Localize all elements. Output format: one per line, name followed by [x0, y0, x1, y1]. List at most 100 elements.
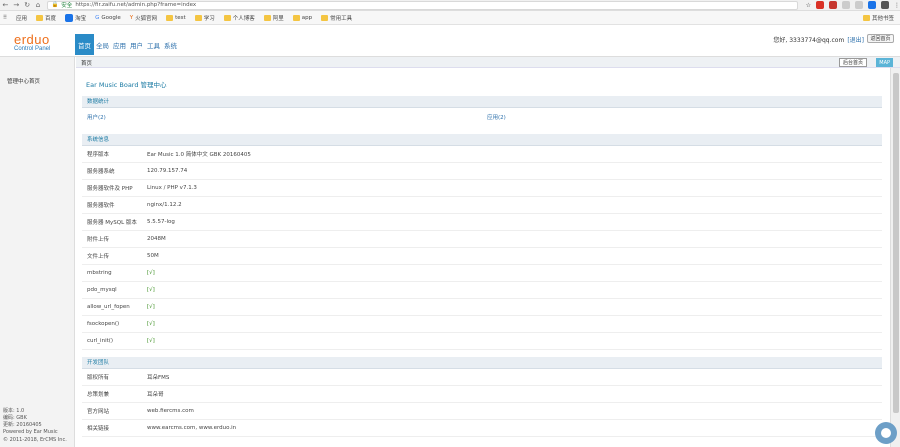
forward-icon[interactable]: →: [11, 0, 22, 11]
row-value: 2048M: [147, 236, 166, 242]
table-row: allow_url_fopen [√]: [82, 299, 882, 316]
row-value: [√]: [147, 304, 155, 310]
top-nav: 首页 全局 应用 用户 工具 系统: [75, 34, 179, 55]
bookmark[interactable]: 阿里: [263, 14, 284, 22]
sidebar: 管理中心首页 版本: 1.0 编码: GBK 更新: 20160405 Powe…: [0, 57, 75, 447]
bookmark[interactable]: test: [166, 14, 186, 21]
row-value: 120.79.157.74: [147, 168, 188, 174]
row-value: 5.5.57-log: [147, 219, 175, 225]
home-return-button[interactable]: 返回首页: [867, 34, 894, 43]
bookmark[interactable]: 百度: [36, 14, 56, 22]
sidebar-item-admin-home[interactable]: 管理中心首页: [7, 77, 40, 85]
table-row: 服务器 MySQL 版本 5.5.57-log: [82, 214, 882, 231]
scrollbar[interactable]: [890, 68, 900, 447]
logo[interactable]: erduo Control Panel: [14, 32, 74, 53]
bookmark[interactable]: G Google: [95, 15, 121, 21]
stats-row: 用户(2) 应用(2): [82, 108, 882, 125]
table-row: 版权所有 耳朵FMS: [82, 369, 882, 386]
taobao-icon: [65, 13, 74, 22]
stats-section: 数据统计 用户(2) 应用(2): [82, 96, 882, 125]
encoding-text: 编码: GBK: [3, 414, 27, 421]
admin-home-button[interactable]: 后台首页: [838, 58, 867, 67]
row-label: mbstring: [87, 270, 112, 276]
row-value: [√]: [147, 270, 155, 276]
url-text: https://fir.zaifu.net/admin.php?frame=in…: [75, 2, 197, 8]
star-icon[interactable]: ☆: [806, 2, 811, 9]
table-row: 服务器软件及 PHP Linux / PHP v7.1.3: [82, 180, 882, 197]
table-row: 官方网站 web.fiercms.com: [82, 403, 882, 420]
sidebar-footer: 版本: 1.0 编码: GBK 更新: 20160405 Powered by …: [3, 408, 67, 444]
row-value: [√]: [147, 287, 155, 293]
bookmark[interactable]: Y 火狐官网: [130, 14, 157, 22]
folder-icon: [321, 14, 329, 21]
copyright-text: © 2011-2018, ErCMS Inc.: [3, 436, 67, 443]
apps-icon[interactable]: ⠿: [3, 15, 7, 21]
bookmark[interactable]: app: [292, 14, 312, 21]
extension-icon[interactable]: [829, 1, 838, 9]
folder-icon: [292, 14, 300, 21]
chat-icon[interactable]: [875, 422, 897, 444]
scrollbar-thumb[interactable]: [893, 73, 899, 413]
nav-apps[interactable]: 应用: [111, 40, 128, 55]
other-bookmarks[interactable]: 其他书签: [862, 14, 894, 22]
apps-count-link[interactable]: 应用(2): [487, 115, 506, 121]
system-info-heading: 系统信息: [82, 134, 882, 146]
reload-icon[interactable]: ↻: [22, 0, 33, 11]
extension-icon[interactable]: [868, 1, 877, 9]
logo-subtitle: Control Panel: [14, 46, 51, 52]
stats-heading: 数据统计: [82, 96, 882, 108]
main-content: Ear Music Board 管理中心 数据统计 用户(2) 应用(2) 系统…: [76, 68, 890, 447]
logout-link[interactable]: [退出]: [847, 35, 864, 44]
bookmark[interactable]: 学习: [194, 14, 215, 22]
browser-toolbar: ← → ↻ ⌂ 🔒 安全 https://fir.zaifu.net/admin…: [0, 0, 900, 11]
user-email: 您好, 3333774@qq.com: [773, 37, 845, 44]
team-section: 开发团队 版权所有 耳朵FMS 总策划兼 耳朵哥 官方网站 web.fiercms.com…: [82, 357, 882, 437]
nav-users[interactable]: 用户: [128, 40, 145, 55]
nav-home[interactable]: 首页: [75, 34, 94, 55]
row-label: allow_url_fopen: [87, 304, 130, 310]
users-count-link[interactable]: 用户(2): [87, 115, 106, 121]
folder-icon: [194, 14, 202, 21]
nav-tools[interactable]: 工具: [145, 40, 162, 55]
row-label: fsockopen(): [87, 321, 120, 327]
extension-icon[interactable]: [842, 1, 851, 9]
row-value: nginx/1.12.2: [147, 202, 182, 208]
user-info: 您好, 3333774@qq.com [退出]: [773, 35, 864, 44]
logo-text: erduo: [14, 32, 50, 47]
bookmark[interactable]: 淘宝: [65, 13, 86, 22]
extension-icon[interactable]: [855, 1, 864, 9]
home-icon[interactable]: ⌂: [33, 0, 44, 11]
row-label: 文件上传: [87, 254, 110, 260]
version-text: 版本: 1.0: [3, 407, 25, 414]
table-row: 服务器软件 nginx/1.12.2: [82, 197, 882, 214]
map-button[interactable]: MAP: [876, 58, 893, 67]
row-value: www.earcms.com, www.erduo.in: [147, 425, 237, 431]
bookmark[interactable]: 常用工具: [321, 14, 352, 22]
table-row: mbstring [√]: [82, 265, 882, 282]
nav-system[interactable]: 系统: [162, 40, 179, 55]
address-bar[interactable]: 🔒 安全 https://fir.zaifu.net/admin.php?fra…: [47, 0, 798, 10]
breadcrumb-home[interactable]: 首页: [81, 59, 92, 67]
nav-global[interactable]: 全局: [94, 40, 111, 55]
extension-icon[interactable]: [881, 1, 890, 9]
row-value: Linux / PHP v7.1.3: [147, 185, 197, 191]
extension-bar: ☆ ⋮: [806, 1, 900, 9]
opera-icon[interactable]: [816, 1, 825, 9]
row-value: web.fiercms.com: [147, 408, 194, 414]
back-icon[interactable]: ←: [0, 0, 11, 11]
bookmarks-bar: ⠿ 应用 百度 淘宝 G Google Y 火狐官网 test 学习 个人博客 阿里…: [0, 11, 900, 25]
menu-icon[interactable]: ⋮: [894, 2, 900, 9]
admin-header: erduo Control Panel 首页 全局 应用 用户 工具 系统 您好…: [0, 25, 900, 57]
row-label: 程序版本: [87, 152, 110, 158]
bookmark[interactable]: 个人博客: [223, 14, 255, 22]
row-label: curl_init(): [87, 338, 114, 344]
row-value: [√]: [147, 321, 155, 327]
row-label: 官方网站: [87, 409, 110, 415]
page-title: Ear Music Board 管理中心: [86, 81, 167, 89]
update-text: 更新: 20160405: [3, 422, 42, 429]
table-row: 相关链接 www.earcms.com, www.erduo.in: [82, 420, 882, 437]
row-label: 相关链接: [87, 426, 110, 432]
table-row: pdo_mysql [√]: [82, 282, 882, 299]
table-row: 文件上传 50M: [82, 248, 882, 265]
bookmark[interactable]: 应用: [16, 14, 27, 22]
